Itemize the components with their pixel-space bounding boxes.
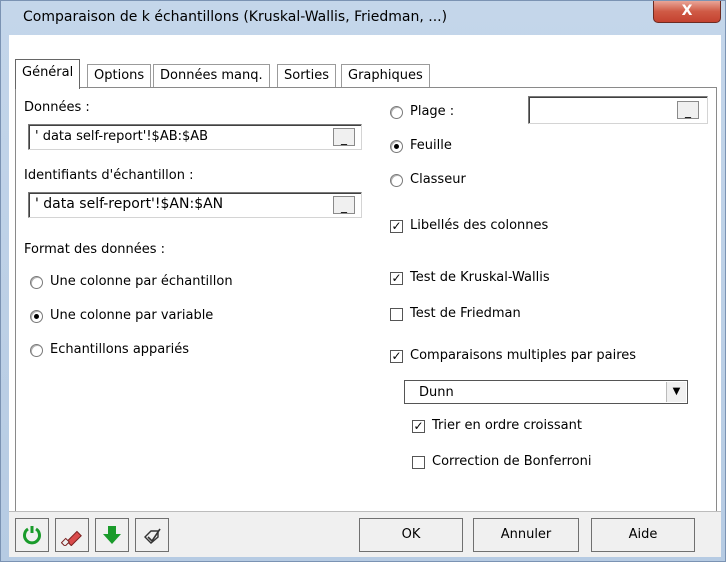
help-button[interactable]: Aide	[591, 518, 695, 552]
checkbox-sort-ascending[interactable]: ✓	[412, 420, 425, 433]
checkbox-bonferroni[interactable]	[412, 456, 425, 469]
clear-select-button[interactable]	[135, 518, 169, 552]
checkbox-column-labels[interactable]: ✓	[390, 220, 403, 233]
dialog-window: Comparaison de k échantillons (Kruskal-W…	[0, 0, 726, 562]
checkbox-bonferroni-label: Correction de Bonferroni	[432, 454, 592, 469]
close-button[interactable]: X	[653, 1, 721, 23]
dialog-client: Général Options Données manq. Sorties Gr…	[9, 35, 721, 557]
range-select-button[interactable]: _	[677, 101, 699, 119]
format-label: Format des données :	[24, 242, 166, 257]
checkbox-friedman-label: Test de Friedman	[410, 306, 521, 321]
checkbox-friedman[interactable]	[390, 308, 403, 321]
reset-icon	[23, 526, 41, 545]
radio-workbook[interactable]	[390, 174, 403, 187]
cancel-button[interactable]: Annuler	[473, 518, 579, 552]
reset-button[interactable]	[15, 518, 49, 552]
tab-charts[interactable]: Graphiques	[341, 64, 430, 88]
chevron-down-icon[interactable]: ▼	[666, 382, 686, 402]
tab-panel-general: Données : ' data self-report'!$AB:$AB _ …	[15, 87, 717, 513]
radio-one-column-per-sample-label: Une colonne par échantillon	[50, 274, 233, 289]
checkbox-column-labels-label: Libellés des colonnes	[410, 218, 549, 233]
data-range-select-button[interactable]: _	[333, 128, 355, 146]
radio-workbook-label: Classeur	[410, 172, 466, 187]
tab-general[interactable]: Général	[15, 59, 81, 89]
radio-paired-samples-label: Echantillons appariés	[50, 342, 190, 357]
window-title: Comparaison de k échantillons (Kruskal-W…	[23, 9, 448, 25]
checkbox-kruskal-wallis-label: Test de Kruskal-Wallis	[410, 270, 550, 285]
data-field[interactable]: ' data self-report'!$AB:$AB _	[28, 124, 362, 150]
radio-sheet[interactable]	[390, 140, 403, 153]
checkbox-multiple-comparisons-label: Comparaisons multiples par paires	[410, 348, 637, 363]
method-select[interactable]: Dunn ▼	[404, 380, 688, 404]
radio-one-column-per-variable-label: Une colonne par variable	[50, 308, 214, 323]
radio-one-column-per-sample[interactable]	[30, 276, 43, 289]
checkbox-multiple-comparisons[interactable]: ✓	[390, 350, 403, 363]
ids-field-value: ' data self-report'!$AN:$AN	[35, 196, 224, 212]
down-button[interactable]	[95, 518, 129, 552]
button-bar: OK Annuler Aide	[9, 511, 721, 557]
ids-label: Identifiants d'échantillon :	[24, 168, 194, 183]
tab-missing-data[interactable]: Données manq.	[153, 64, 270, 88]
eraser-icon	[61, 530, 82, 546]
method-select-value: Dunn	[419, 385, 454, 400]
radio-one-column-per-variable[interactable]	[30, 310, 43, 323]
data-label: Données :	[24, 100, 90, 115]
checkbox-sort-ascending-label: Trier en ordre croissant	[432, 418, 582, 433]
ids-field[interactable]: ' data self-report'!$AN:$AN _	[28, 192, 362, 218]
range-field[interactable]: _	[528, 96, 708, 124]
radio-sheet-label: Feuille	[410, 138, 452, 153]
ok-button[interactable]: OK	[359, 518, 463, 552]
eraser-button[interactable]	[55, 518, 89, 552]
title-bar[interactable]: Comparaison de k échantillons (Kruskal-W…	[1, 1, 725, 35]
checkbox-kruskal-wallis[interactable]: ✓	[390, 272, 403, 285]
radio-range[interactable]	[390, 106, 403, 119]
down-arrow-icon	[103, 526, 121, 544]
tab-outputs[interactable]: Sorties	[277, 64, 337, 88]
clear-select-icon	[144, 528, 161, 544]
radio-range-label: Plage :	[410, 104, 455, 119]
radio-paired-samples[interactable]	[30, 344, 43, 357]
data-field-value: ' data self-report'!$AB:$AB	[35, 129, 209, 144]
ids-range-select-button[interactable]: _	[333, 196, 355, 214]
tab-options[interactable]: Options	[87, 64, 152, 88]
